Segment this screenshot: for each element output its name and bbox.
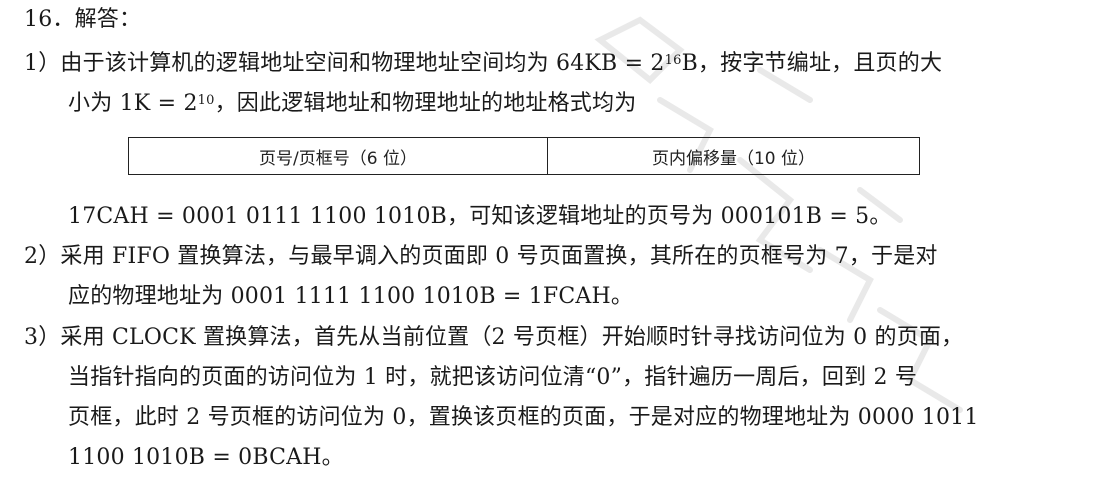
item-3-line-1: 3）采用 CLOCK 置换算法，首先从当前位置（2 号页框）开始顺时针寻找访问位… — [24, 324, 963, 352]
item-1-line-2: 小为 1K = 210，因此逻辑地址和物理地址的地址格式均为 — [68, 90, 636, 118]
item-3-line-4: 1100 1010B = 0BCAH。 — [68, 445, 344, 470]
item-1-marker: 1） — [24, 51, 61, 76]
item-3-line-3: 页框，此时 2 号页框的访问位为 0，置换该页框的页面，于是对应的物理地址为 0… — [68, 405, 979, 430]
page-offset-cell: 页内偏移量（10 位） — [651, 148, 816, 169]
exponent-16: 16 — [664, 53, 682, 68]
item-1-line-1: 1）由于该计算机的逻辑地址空间和物理地址空间均为 64KB = 216B，按字节… — [24, 50, 942, 78]
answer-page: 16．解答： 1）由于该计算机的逻辑地址空间和物理地址空间均为 64KB = 2… — [0, 0, 1120, 479]
item-1-conclusion: 17CAH = 0001 0111 1100 1010B，可知该逻辑地址的页号为… — [68, 204, 892, 229]
address-format-table: 页号/页框号（6 位） 页内偏移量（10 位） — [128, 137, 920, 175]
item-2-text-a: 采用 FIFO 置换算法，与最早调入的页面即 0 号页面置换，其所在的页框号为 … — [60, 244, 938, 269]
exponent-10: 10 — [197, 93, 215, 108]
item-1-text-c: 小为 1K = 2 — [68, 91, 198, 116]
item-1-text-a: 由于该计算机的逻辑地址空间和物理地址空间均为 64KB = 2 — [60, 51, 665, 76]
item-3-line-2: 当指针指向的页面的访问位为 1 时，就把该访问位清“0”，指针遍历一周后，回到 … — [68, 365, 918, 390]
item-3-text-a: 采用 CLOCK 置换算法，首先从当前位置（2 号页框）开始顺时针寻找访问位为 … — [60, 325, 964, 350]
item-2-line-1: 2）采用 FIFO 置换算法，与最早调入的页面即 0 号页面置换，其所在的页框号… — [24, 243, 938, 271]
item-2-line-2: 应的物理地址为 0001 1111 1100 1010B = 1FCAH。 — [68, 284, 634, 309]
page-number-cell: 页号/页框号（6 位） — [129, 138, 548, 174]
item-3-marker: 3） — [24, 325, 61, 350]
item-1-text-b: B，按字节编址，且页的大 — [681, 51, 943, 76]
item-1-text-d: ，因此逻辑地址和物理地址的地址格式均为 — [214, 91, 637, 116]
item-2-marker: 2） — [24, 244, 61, 269]
answer-heading: 16．解答： — [24, 7, 142, 32]
